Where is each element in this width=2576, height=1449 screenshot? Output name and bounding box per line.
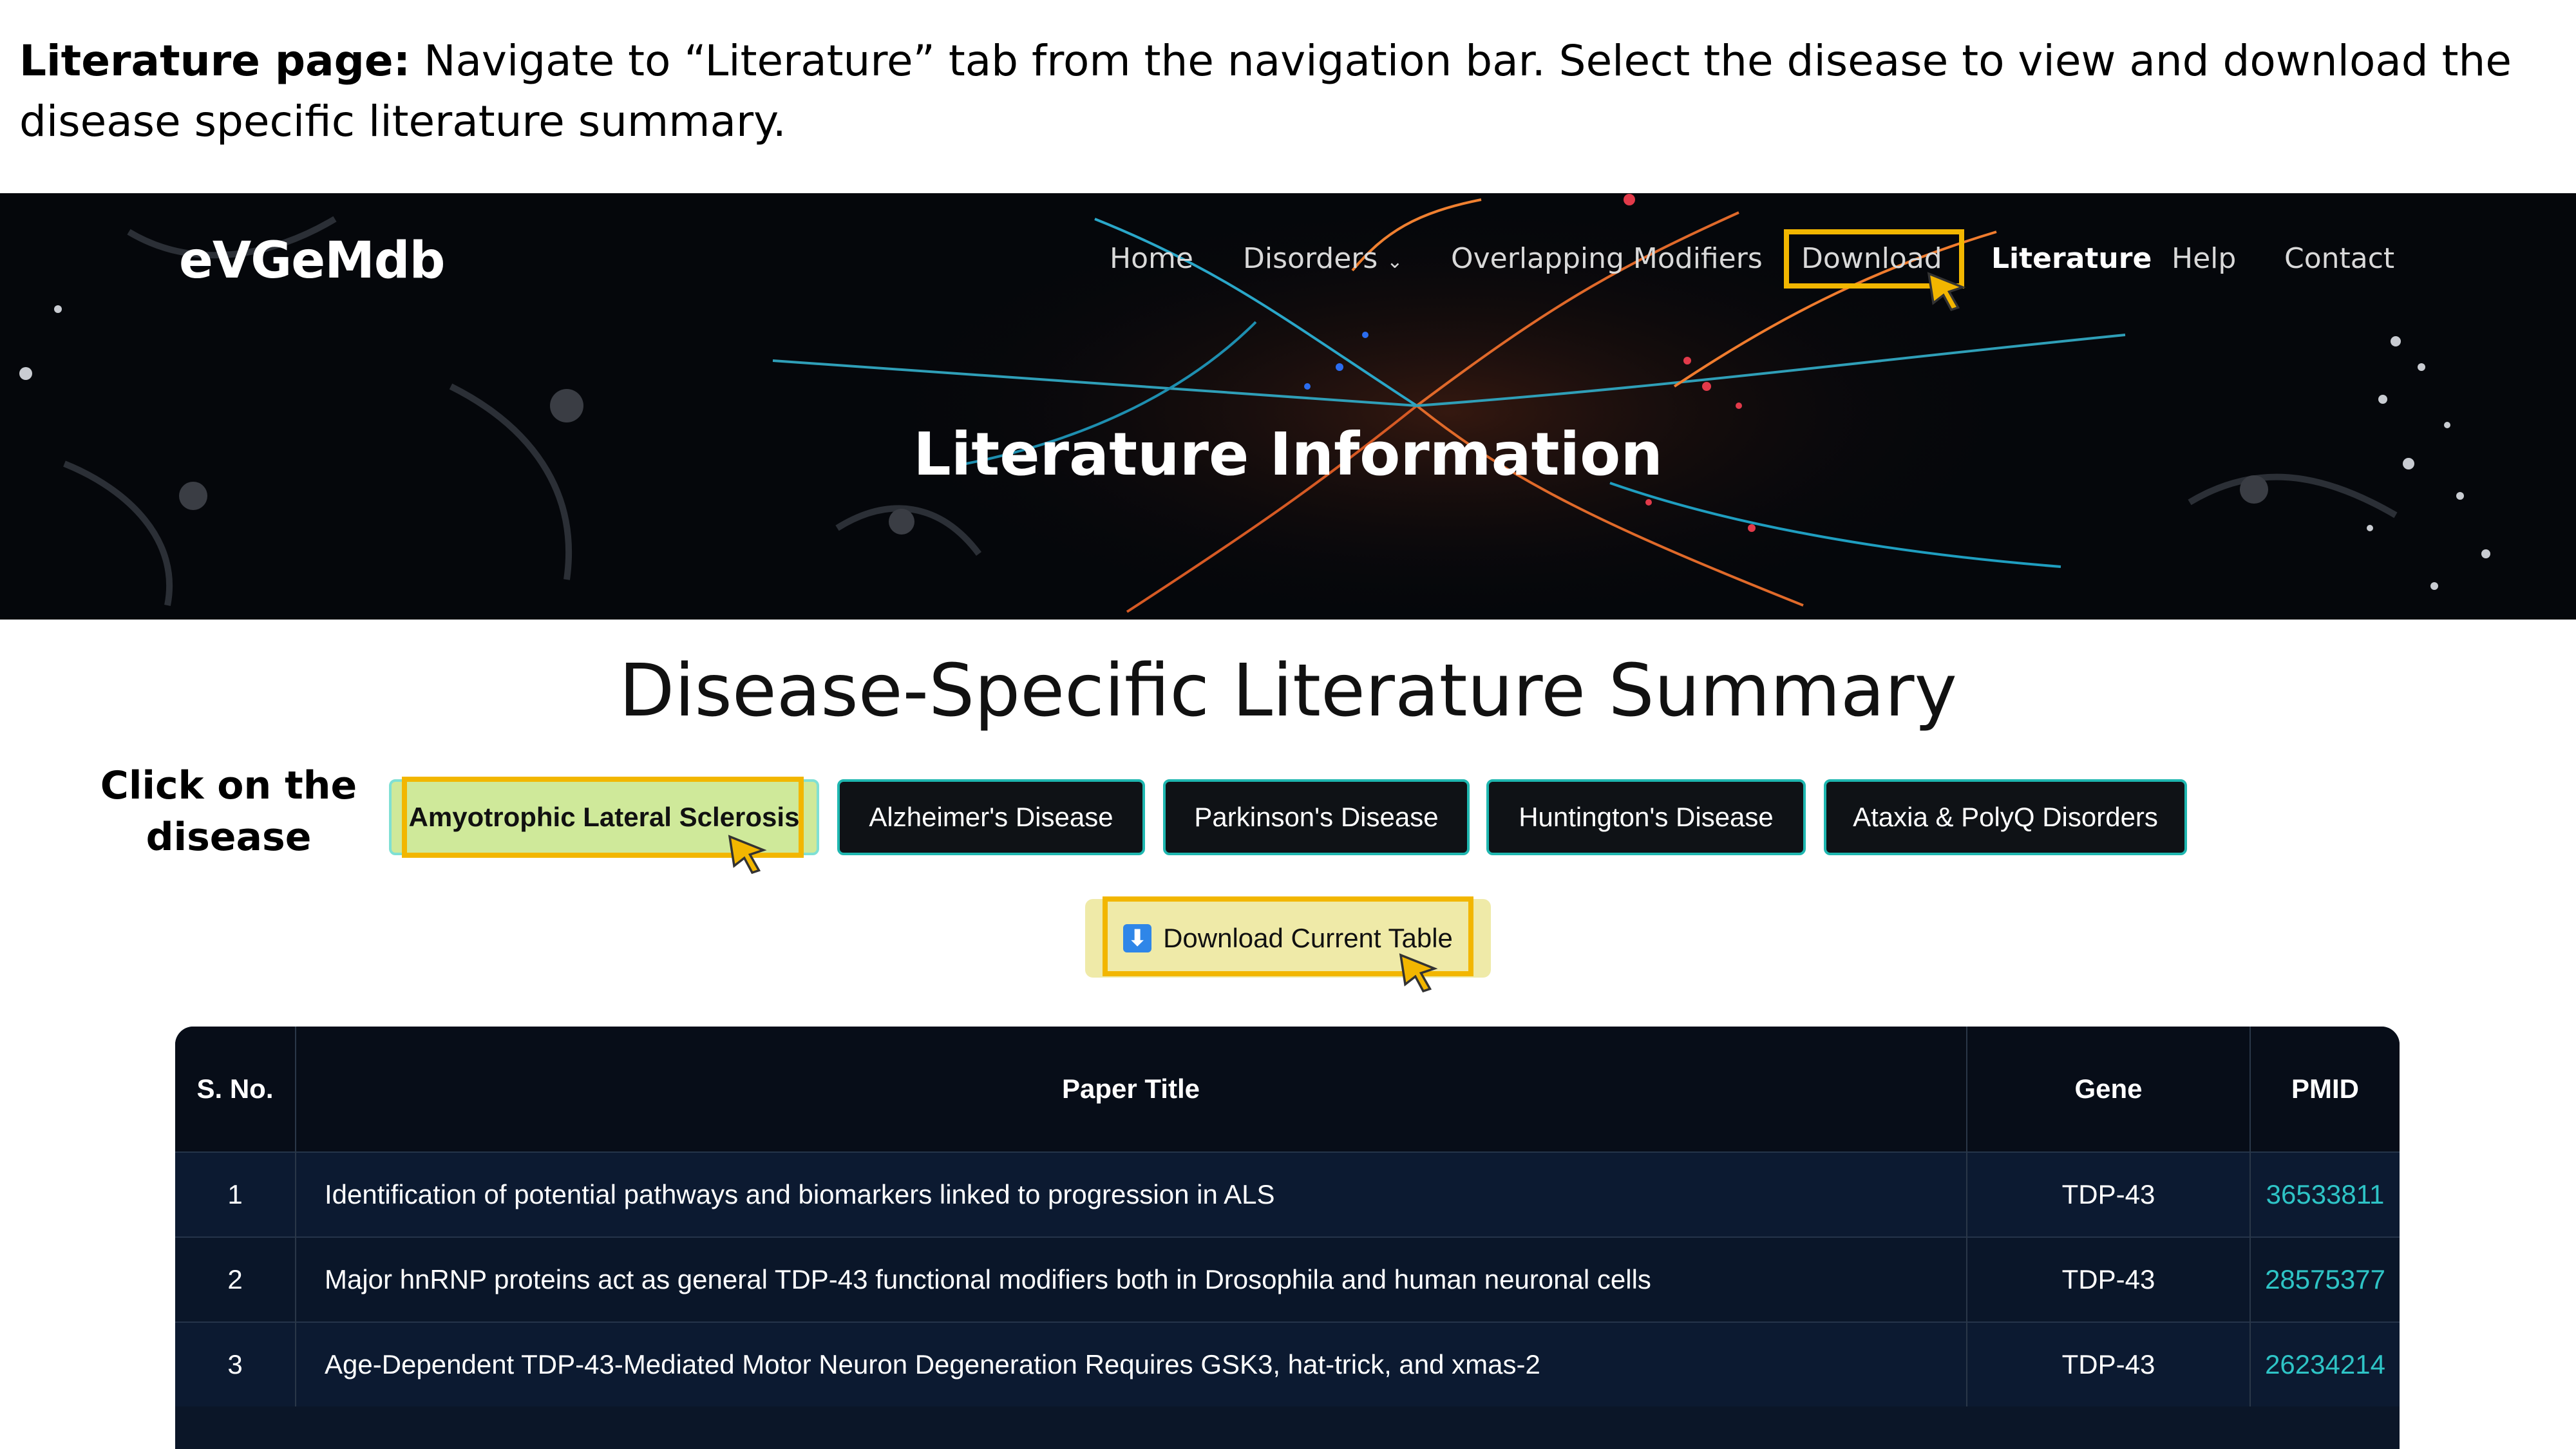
header-sno[interactable]: S. No. — [175, 1027, 296, 1152]
cursor-arrow-icon — [1399, 953, 1438, 993]
cell-paper-title: Major hnRNP proteins act as general TDP-… — [296, 1236, 1967, 1322]
section-title: Disease-Specific Literature Summary — [619, 649, 1957, 733]
click-disease-note: Click on the disease — [100, 763, 357, 860]
chevron-down-icon: ⌄ — [1387, 251, 1403, 273]
cell-sno: 1 — [175, 1151, 296, 1237]
nav-literature[interactable]: Literature — [1991, 242, 2152, 275]
cursor-arrow-icon — [1927, 272, 1966, 312]
pmid-link[interactable]: 28575377 — [2250, 1236, 2400, 1322]
pmid-link[interactable]: 36533811 — [2250, 1151, 2400, 1237]
cell-paper-title: Identification of potential pathways and… — [296, 1151, 1967, 1237]
disease-button-alzheimers[interactable]: Alzheimer's Disease — [837, 779, 1145, 855]
hero-title: Literature Information — [913, 420, 1663, 489]
nav-disorders[interactable]: Disorders ⌄ — [1243, 242, 1403, 275]
cell-gene: TDP-43 — [1967, 1236, 2251, 1322]
nav-home[interactable]: Home — [1110, 242, 1193, 275]
disease-button-parkinsons[interactable]: Parkinson's Disease — [1163, 779, 1470, 855]
header-paper-title[interactable]: Paper Title — [296, 1027, 1967, 1152]
table-row: 3 Age-Dependent TDP-43-Mediated Motor Ne… — [175, 1321, 2400, 1406]
hero-banner: eVGeMdb Home Disorders ⌄ Overlapping Mod… — [0, 193, 2576, 620]
cell-gene: TDP-43 — [1967, 1151, 2251, 1237]
nav-help[interactable]: Help — [2172, 242, 2236, 275]
cell-gene: TDP-43 — [1967, 1321, 2251, 1406]
disease-button-ataxia[interactable]: Ataxia & PolyQ Disorders — [1824, 779, 2187, 855]
cursor-arrow-icon — [728, 835, 767, 875]
header-pmid[interactable]: PMID — [2250, 1027, 2400, 1152]
nav-contact[interactable]: Contact — [2284, 242, 2394, 275]
instruction-heading: Literature page: — [19, 36, 411, 86]
cell-paper-title: Age-Dependent TDP-43-Mediated Motor Neur… — [296, 1321, 1967, 1406]
table-row: 1 Identification of potential pathways a… — [175, 1151, 2400, 1237]
main-navbar: Home Disorders ⌄ Overlapping Modifiers D… — [0, 193, 2576, 335]
literature-table: S. No. Paper Title Gene PMID 1 Identific… — [175, 1027, 2400, 1449]
nav-disorders-label: Disorders — [1243, 242, 1378, 275]
table-row: 2 Major hnRNP proteins act as general TD… — [175, 1236, 2400, 1322]
header-gene[interactable]: Gene — [1967, 1027, 2251, 1152]
cell-sno: 3 — [175, 1321, 296, 1406]
nav-overlapping-modifiers[interactable]: Overlapping Modifiers — [1451, 242, 1763, 275]
instruction-text: Literature page: Navigate to “Literature… — [19, 31, 2531, 152]
pmid-link[interactable]: 26234214 — [2250, 1321, 2400, 1406]
table-header-row: S. No. Paper Title Gene PMID — [175, 1027, 2400, 1152]
disease-button-huntingtons[interactable]: Huntington's Disease — [1486, 779, 1806, 855]
cell-sno: 2 — [175, 1236, 296, 1322]
